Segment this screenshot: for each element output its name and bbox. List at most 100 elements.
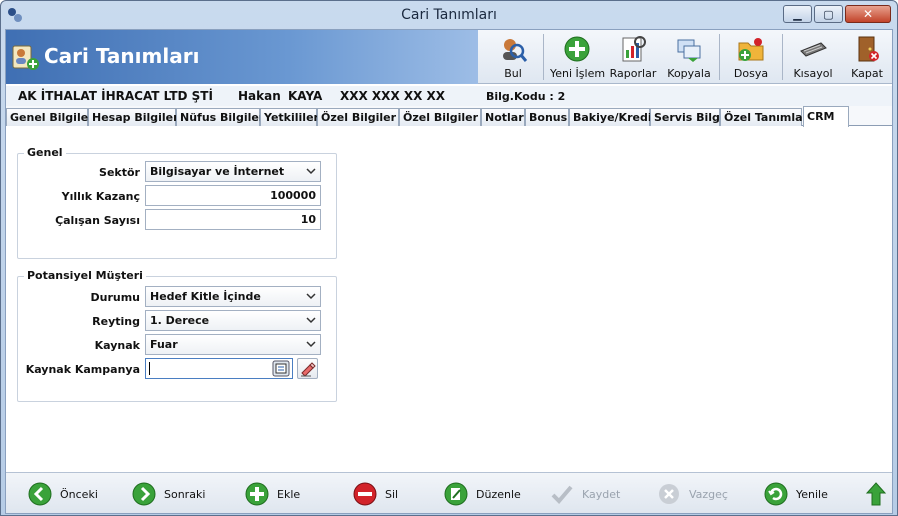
duzenle-button[interactable]: Düzenle [444,481,521,507]
durumu-select[interactable]: Hedef Kitle İçinde [145,286,321,307]
sektor-select[interactable]: Bilgisayar ve İnternet [145,161,321,182]
toolbar-label: Kısayol [793,67,833,80]
arrow-up-icon [865,482,887,506]
edit-icon [444,482,468,506]
folder-icon [738,38,764,61]
kaynak-value: Fuar [150,338,178,351]
record-navigation-bar: Önceki Sonraki Ekle Sil Düzenle Kaydet V… [6,472,892,513]
sil-label: Sil [385,487,399,501]
toolbar-kisayol-button[interactable]: Kısayol [788,32,838,82]
crm-panel: Genel Sektör Bilgisayar ve İnternet Yıll… [6,126,892,472]
vazgec-label: Vazgeç [689,487,728,501]
yillik-kazanc-input[interactable]: 100000 [145,185,321,206]
ekle-label: Ekle [277,487,301,501]
toolbar-separator [719,34,720,80]
kaynak-kampanya-input[interactable] [145,358,293,379]
toolbar-dosya-button[interactable]: Dosya [726,32,776,82]
tab-bakiye-kredi[interactable]: Bakiye/Kredi [569,108,652,126]
keyboard-icon [800,42,827,57]
tab-bonus[interactable]: Bonus [525,108,569,126]
title-bar: Cari Tanımları ▁ ▢ ✕ [1,1,897,29]
window-controls: ▁ ▢ ✕ [783,5,891,23]
reyting-value: 1. Derece [150,314,210,327]
yenile-label: Yenile [796,487,828,501]
clear-kampanya-button[interactable] [297,358,318,379]
tab-ozel-bilgiler-1[interactable]: Özel Bilgiler 1 [317,108,408,126]
tab-ozel-bilgiler-2[interactable]: Özel Bilgiler 2 [399,108,490,126]
toolbar-separator [543,34,544,80]
yenile-button[interactable]: Yenile [764,481,828,507]
chevron-down-icon [306,341,316,348]
text-caret [149,362,150,375]
exit-door-icon [858,36,879,62]
toolbar-label: Dosya [733,67,769,80]
app-window: Cari Tanımları ▁ ▢ ✕ Cari Tanımları Bul … [0,0,898,516]
tab-crm[interactable]: CRM [803,106,849,127]
reyting-label: Reyting [92,315,140,328]
kaydet-button[interactable]: Kaydet [550,481,620,507]
kaynak-label: Kaynak [94,339,140,352]
arrow-left-icon [28,482,52,506]
genel-group-title: Genel [24,146,66,159]
reyting-select[interactable]: 1. Derece [145,310,321,331]
toolbar-label: Kapat [851,67,883,80]
refresh-icon [764,482,788,506]
duzenle-label: Düzenle [476,487,521,501]
contact-last-name: KAYA [288,89,323,103]
toolbar-yeni-islem-button[interactable]: Yeni İşlem [550,32,606,82]
add-icon [245,482,269,506]
lookup-icon[interactable] [272,360,290,377]
durumu-label: Durumu [90,291,140,304]
kaynak-select[interactable]: Fuar [145,334,321,355]
toolbar-label: Yeni İşlem [550,67,606,80]
onceki-button[interactable]: Önceki [28,481,98,507]
tab-genel-bilgiler[interactable]: Genel Bilgiler [6,108,94,126]
arrow-right-icon [132,482,156,506]
tab-ozel-tanimlar[interactable]: Özel Tanımlar [720,108,808,126]
window-title: Cari Tanımları [401,7,497,23]
durumu-value: Hedef Kitle İçinde [150,290,261,303]
toolbar-raporlar-button[interactable]: Raporlar [608,32,658,82]
tab-yetkililer[interactable]: Yetkililer [260,108,319,126]
client-area: Cari Tanımları Bul Yeni İşlem Raporlar K… [5,29,893,514]
potansiyel-group-title: Potansiyel Müşteri [24,269,146,282]
toolbar-kapat-button[interactable]: Kapat [844,32,890,82]
contact-first-name: Hakan [238,89,281,103]
kaynak-kampanya-label: Kaynak Kampanya [25,363,140,376]
tab-nufus-bilgileri[interactable]: Nüfus Bilgileri [176,108,268,126]
toolbar-label: Bul [504,67,522,80]
close-button[interactable]: ✕ [845,5,891,23]
chevron-down-icon [306,317,316,324]
minimize-icon: ▁ [793,7,802,21]
chevron-down-icon [306,168,316,175]
toolbar-kopyala-button[interactable]: Kopyala [664,32,714,82]
vazgec-button[interactable]: Vazgeç [657,481,728,507]
ekle-button[interactable]: Ekle [245,481,300,507]
cancel-icon [659,484,679,504]
calisan-sayisi-input[interactable]: 10 [145,209,321,230]
scroll-top-button[interactable] [864,481,888,507]
sil-button[interactable]: Sil [353,481,398,507]
tab-notlar[interactable]: Notlar [481,108,525,126]
copy-icon [677,39,701,62]
kaydet-label: Kaydet [582,487,621,501]
tab-hesap-bilgileri[interactable]: Hesap Bilgileri [88,108,182,126]
add-icon [564,36,590,62]
toolbar-bul-button[interactable]: Bul [490,32,536,82]
chevron-down-icon [306,293,316,300]
minimize-button[interactable]: ▁ [783,5,812,23]
tab-servis-bilg[interactable]: Servis Bilg. [650,108,724,126]
toolbar: Bul Yeni İşlem Raporlar Kopyala Dosya Kı… [478,30,892,84]
maximize-button[interactable]: ▢ [814,5,843,23]
report-icon [622,36,646,62]
sektor-value: Bilgisayar ve İnternet [150,165,285,178]
onceki-label: Önceki [60,487,98,501]
yillik-kazanc-label: Yıllık Kazanç [61,190,140,203]
bilg-kodu: Bilg.Kodu : 2 [486,90,566,103]
company-name: AK İTHALAT İHRACAT LTD ŞTİ [18,89,213,103]
close-icon: ✕ [862,7,874,21]
contact-phone: XXX XXX XX XX [340,89,446,103]
calisan-sayisi-label: Çalışan Sayısı [55,214,140,227]
sektor-label: Sektör [99,166,140,179]
sonraki-button[interactable]: Sonraki [132,481,205,507]
